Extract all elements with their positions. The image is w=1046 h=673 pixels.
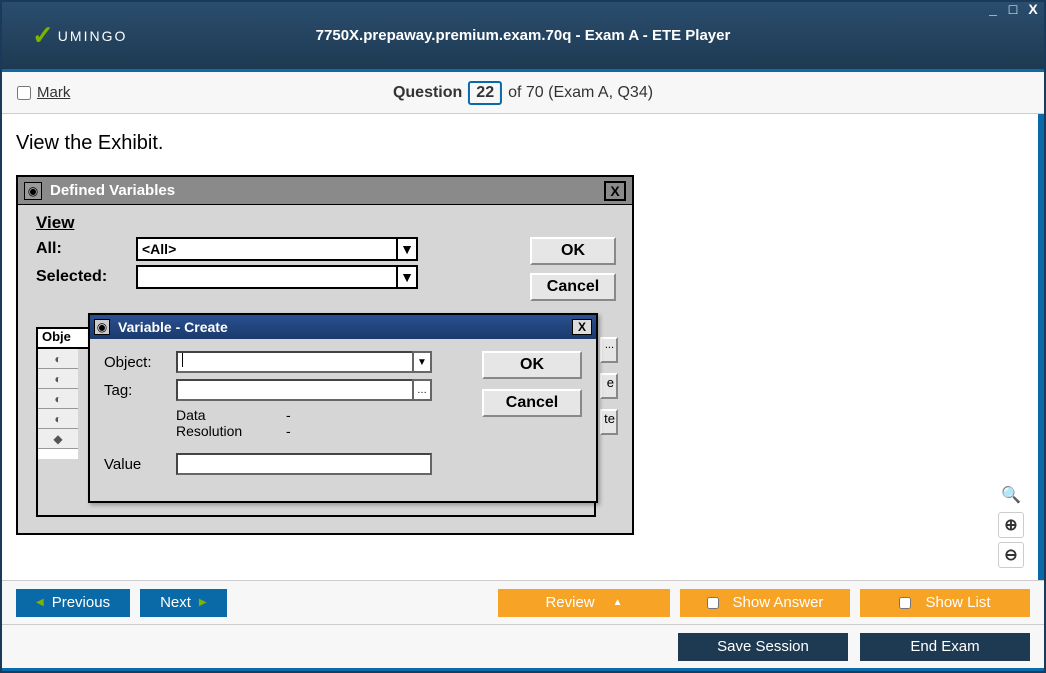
all-value: <All> — [142, 241, 176, 257]
exhibit-buttons: OK Cancel — [530, 237, 616, 301]
object-label: Object: — [104, 354, 176, 371]
review-button[interactable]: Review▲ — [498, 589, 670, 617]
show-list-button[interactable]: Show List — [860, 589, 1030, 617]
minimize-icon[interactable]: _ — [984, 1, 1002, 17]
view-heading: View — [36, 213, 418, 233]
save-session-button[interactable]: Save Session — [678, 633, 848, 661]
exhibit-window: ◉ Defined Variables X View All: <All> ▼ … — [16, 175, 634, 535]
data-label: Data — [176, 407, 266, 423]
all-label: All: — [36, 240, 136, 258]
chevron-down-icon[interactable]: ▼ — [396, 267, 416, 287]
show-answer-checkbox[interactable] — [707, 597, 719, 609]
exhibit-cancel-button[interactable]: Cancel — [530, 273, 616, 301]
show-list-checkbox[interactable] — [899, 597, 911, 609]
objects-list: ◐ ◐ ◐ ◐ ◆ — [38, 349, 78, 459]
previous-button[interactable]: Previous — [16, 589, 130, 617]
mark-checkbox[interactable] — [17, 86, 31, 100]
tag-label: Tag: — [104, 382, 176, 399]
list-item[interactable]: ◐ — [38, 369, 78, 389]
exhibit-ok-button[interactable]: OK — [530, 237, 616, 265]
list-item[interactable]: ◐ — [38, 349, 78, 369]
selected-combobox[interactable]: ▼ — [136, 265, 418, 289]
nav-bar: Previous Next Review▲ Show Answer Show L… — [2, 580, 1044, 624]
zoom-tools: 🔍 ⊕ ⊖ — [998, 482, 1024, 568]
question-prompt: View the Exhibit. — [16, 132, 1024, 155]
all-row: All: <All> ▼ — [36, 237, 418, 261]
selected-row: Selected: ▼ — [36, 265, 418, 289]
dialog-cancel-button[interactable]: Cancel — [482, 389, 582, 417]
data-value: - — [286, 407, 291, 423]
selected-label: Selected: — [36, 268, 136, 286]
end-exam-button[interactable]: End Exam — [860, 633, 1030, 661]
dialog-title: Variable - Create — [118, 319, 228, 335]
exhibit-title: Defined Variables — [50, 182, 175, 199]
side-partial-buttons: ... e te — [600, 337, 618, 435]
show-answer-button[interactable]: Show Answer — [680, 589, 850, 617]
question-bar: Mark Question 22 of 70 (Exam A, Q34) — [2, 72, 1044, 114]
dialog-app-icon: ◉ — [94, 319, 110, 335]
value-input[interactable] — [176, 453, 432, 475]
resolution-label: Resolution — [176, 423, 266, 439]
app-window: _ □ X ✓ UMINGO 7750X.prepaway.premium.ex… — [0, 0, 1046, 673]
list-item[interactable]: ◐ — [38, 389, 78, 409]
all-combobox[interactable]: <All> ▼ — [136, 237, 418, 261]
content-area: View the Exhibit. ◉ Defined Variables X … — [2, 114, 1044, 580]
bottom-bar: Save Session End Exam — [2, 624, 1044, 668]
zoom-out-button[interactable]: ⊖ — [998, 542, 1024, 568]
question-info: Question 22 of 70 (Exam A, Q34) — [393, 81, 653, 105]
app-title: 7750X.prepaway.premium.exam.70q - Exam A… — [316, 27, 731, 44]
list-item[interactable]: ◆ — [38, 429, 78, 449]
exhibit-close-button[interactable]: X — [604, 181, 626, 201]
exhibit-app-icon: ◉ — [24, 182, 42, 200]
next-button[interactable]: Next — [140, 589, 227, 617]
dialog-ok-button[interactable]: OK — [482, 351, 582, 379]
mark-checkbox-wrap[interactable]: Mark — [17, 84, 70, 101]
bottom-edge — [2, 668, 1044, 671]
partial-button[interactable]: ... — [600, 337, 618, 363]
question-word: Question — [393, 84, 462, 102]
value-label: Value — [104, 456, 176, 473]
brand-name: UMINGO — [58, 28, 128, 44]
magnifier-icon[interactable]: 🔍 — [998, 482, 1024, 508]
partial-button[interactable]: e — [600, 373, 618, 399]
brand-logo: ✓ UMINGO — [32, 20, 127, 51]
variable-create-dialog: ◉ Variable - Create X Object: ▼ Tag — [88, 313, 598, 503]
dialog-body: Object: ▼ Tag: … — [90, 339, 596, 501]
exhibit-titlebar: ◉ Defined Variables X — [18, 177, 632, 205]
view-panel: View All: <All> ▼ Selected: ▼ — [36, 213, 418, 289]
resolution-value: - — [286, 423, 291, 439]
dialog-buttons: OK Cancel — [482, 351, 582, 417]
zoom-in-button[interactable]: ⊕ — [998, 512, 1024, 538]
window-controls: _ □ X — [984, 1, 1042, 17]
close-icon[interactable]: X — [1024, 1, 1042, 17]
question-suffix: of 70 (Exam A, Q34) — [508, 84, 653, 102]
dialog-titlebar: ◉ Variable - Create X — [90, 315, 596, 339]
tag-input[interactable]: … — [176, 379, 432, 401]
check-icon: ✓ — [32, 20, 54, 51]
object-input[interactable]: ▼ — [176, 351, 432, 373]
titlebar: ✓ UMINGO 7750X.prepaway.premium.exam.70q… — [2, 2, 1044, 72]
mark-label[interactable]: Mark — [37, 84, 70, 101]
browse-icon[interactable]: … — [412, 379, 432, 401]
question-number: 22 — [468, 81, 502, 105]
resolution-row: Resolution - — [176, 423, 582, 439]
chevron-down-icon[interactable]: ▼ — [396, 239, 416, 259]
dialog-close-button[interactable]: X — [572, 319, 592, 335]
chevron-down-icon[interactable]: ▼ — [412, 351, 432, 373]
list-item[interactable]: ◐ — [38, 409, 78, 429]
partial-button[interactable]: te — [600, 409, 618, 435]
maximize-icon[interactable]: □ — [1004, 1, 1022, 17]
value-row: Value — [104, 453, 582, 475]
